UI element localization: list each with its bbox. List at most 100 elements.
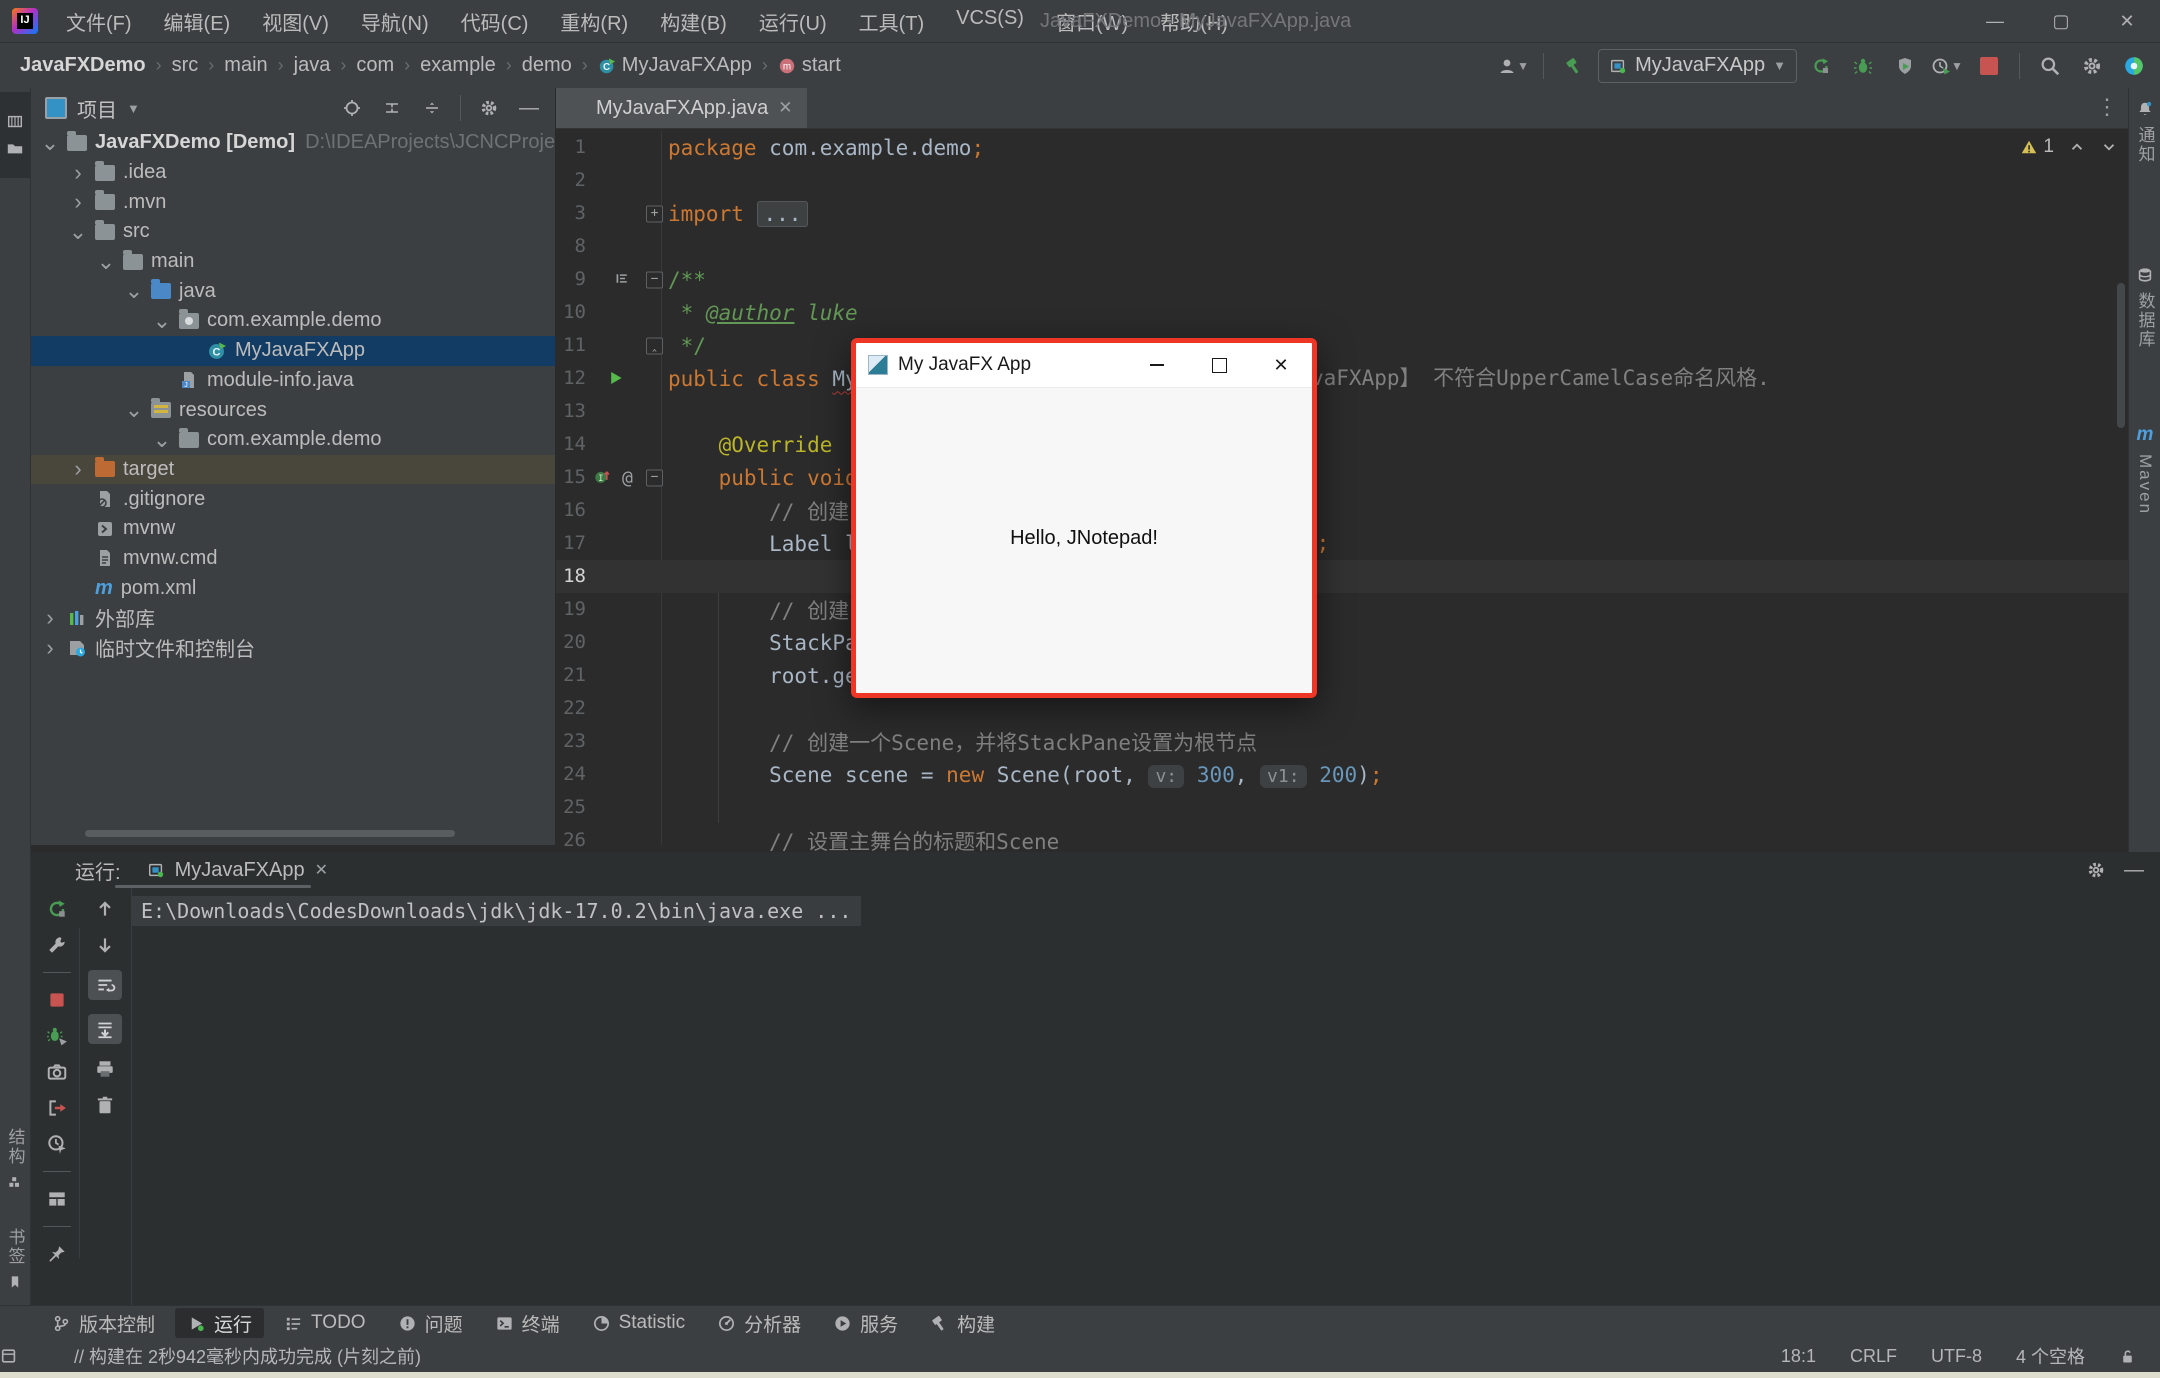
- crumb-java[interactable]: java: [292, 52, 333, 79]
- stop-button[interactable]: [46, 989, 68, 1011]
- crumb-src[interactable]: src: [170, 52, 201, 79]
- tree-gitignore[interactable]: .gitignore: [31, 484, 555, 514]
- tree-mvnw[interactable]: mvnw: [31, 514, 555, 544]
- chevron-down-icon[interactable]: ⌄: [95, 257, 117, 267]
- code-line-18[interactable]: 18: [556, 560, 2128, 593]
- crumb-com[interactable]: com: [354, 52, 396, 79]
- code-line-1[interactable]: 1package com.example.demo;: [556, 131, 2128, 164]
- code-line-20[interactable]: 20 StackPa: [556, 626, 2128, 659]
- close-run-tab-icon[interactable]: ✕: [315, 860, 328, 880]
- ide-profile-button[interactable]: [2116, 50, 2152, 82]
- crumb-class[interactable]: C MyJavaFXApp: [596, 52, 754, 79]
- code-line-17[interactable]: 17 Label l);: [556, 527, 2128, 560]
- code-line-14[interactable]: 14 @Override: [556, 428, 2128, 461]
- chevron-right-icon[interactable]: ›: [67, 456, 89, 482]
- chevron-down-icon[interactable]: ⌄: [123, 286, 145, 296]
- tree-main[interactable]: ⌄main: [31, 247, 555, 277]
- print-button[interactable]: [94, 1058, 116, 1080]
- code-line-8[interactable]: 8: [556, 230, 2128, 263]
- fold-marker-icon[interactable]: ‸: [646, 337, 663, 354]
- console-command-line[interactable]: E:\Downloads\CodesDownloads\jdk\jdk-17.0…: [131, 896, 861, 926]
- coverage-button[interactable]: [1887, 50, 1923, 82]
- crumb-demo[interactable]: demo: [520, 52, 574, 79]
- tree-pkg-res[interactable]: ⌄com.example.demo: [31, 425, 555, 455]
- exit-button[interactable]: [46, 1097, 68, 1119]
- run-config-select[interactable]: MyJavaFXApp ▼: [1598, 49, 1797, 83]
- tool-services[interactable]: 服务: [821, 1308, 910, 1338]
- tree-moduleinfo[interactable]: Jmodule-info.java: [31, 366, 555, 396]
- line-ending[interactable]: CRLF: [1850, 1346, 1897, 1367]
- maximize-button[interactable]: ▢: [2028, 0, 2094, 42]
- chevron-down-icon[interactable]: ▼: [127, 101, 140, 116]
- code-line-25[interactable]: 25: [556, 791, 2128, 824]
- tree-mvnwcmd[interactable]: mvnw.cmd: [31, 544, 555, 574]
- layout-button[interactable]: [46, 1188, 68, 1210]
- tool-statistic[interactable]: Statistic: [580, 1308, 698, 1338]
- tree-src[interactable]: ⌄src: [31, 217, 555, 247]
- up-button[interactable]: [94, 898, 116, 920]
- camera-button[interactable]: [46, 1061, 68, 1083]
- structure-gutter-icon[interactable]: [614, 268, 631, 292]
- tool-build[interactable]: 构建: [918, 1308, 1007, 1338]
- code-line-22[interactable]: 22: [556, 692, 2128, 725]
- tree-scratches[interactable]: ›临时文件和控制台: [31, 633, 555, 663]
- stripe-button-bookmarks[interactable]: 书签: [0, 1228, 30, 1290]
- expand-all-button[interactable]: [374, 92, 410, 124]
- tree-extlibs[interactable]: ›外部库: [31, 603, 555, 633]
- fold-marker-icon[interactable]: −: [646, 271, 663, 288]
- hide-run-panel-icon[interactable]: —: [2124, 859, 2144, 882]
- tab-options-icon[interactable]: ⋮: [2096, 94, 2118, 120]
- close-tab-icon[interactable]: ✕: [778, 98, 792, 118]
- profiler-button[interactable]: ▼: [1929, 50, 1965, 82]
- down-button[interactable]: [94, 934, 116, 956]
- javafx-titlebar[interactable]: My JavaFX App ✕: [856, 343, 1312, 388]
- close-button[interactable]: ✕: [2094, 0, 2160, 42]
- wrench-button[interactable]: [46, 934, 68, 956]
- fold-marker-icon[interactable]: +: [646, 205, 663, 222]
- search-everywhere-button[interactable]: [2032, 50, 2068, 82]
- stripe-button-database[interactable]: 数据库: [2129, 266, 2160, 349]
- menu-menu-view[interactable]: 视图(V): [248, 3, 343, 40]
- build-hammer-button[interactable]: [1556, 50, 1592, 82]
- stripe-button-maven[interactable]: m Maven: [2129, 424, 2160, 515]
- crumb-main[interactable]: main: [222, 52, 269, 79]
- editor-tab-myjavafxapp[interactable]: MyJavaFXApp.java ✕: [556, 88, 807, 128]
- run-tab-myjavafxapp[interactable]: MyJavaFXApp ✕: [147, 852, 328, 888]
- chevron-down-icon[interactable]: ⌄: [123, 405, 145, 415]
- stop-button[interactable]: [1971, 50, 2007, 82]
- tree-target[interactable]: ›target: [31, 455, 555, 485]
- chevron-right-icon[interactable]: ›: [39, 605, 61, 631]
- inspections-widget[interactable]: 1: [2020, 136, 2118, 158]
- tree-idea[interactable]: ›.idea: [31, 158, 555, 188]
- tree-root[interactable]: ⌄JavaFXDemo [Demo]D:\IDEAProjects\JCNCPr…: [31, 128, 555, 158]
- menu-menu-code[interactable]: 代码(C): [447, 3, 543, 40]
- stripe-button-project[interactable]: [0, 92, 30, 178]
- menu-menu-tools[interactable]: 工具(T): [845, 3, 939, 40]
- code-line-3[interactable]: 3+import ...: [556, 197, 2128, 230]
- tree-pom[interactable]: mpom.xml: [31, 573, 555, 603]
- tool-terminal[interactable]: 终端: [483, 1308, 572, 1338]
- tool-profiler[interactable]: 分析器: [705, 1308, 813, 1338]
- tool-run[interactable]: 运行: [175, 1308, 264, 1338]
- menu-menu-file[interactable]: 文件(F): [52, 3, 146, 40]
- code-line-21[interactable]: 21 root.ge: [556, 659, 2128, 692]
- tree-pkg[interactable]: ⌄com.example.demo: [31, 306, 555, 336]
- crumb-project[interactable]: JavaFXDemo: [18, 52, 148, 79]
- menu-menu-edit[interactable]: 编辑(E): [150, 3, 245, 40]
- annotation-gutter-icon[interactable]: @: [622, 467, 633, 488]
- tool-problems[interactable]: 问题: [386, 1308, 475, 1338]
- tree-mvn[interactable]: ›.mvn: [31, 187, 555, 217]
- settings-button[interactable]: [2074, 50, 2110, 82]
- caret-position[interactable]: 18:1: [1781, 1346, 1816, 1367]
- code-line-24[interactable]: 24 Scene scene = new Scene(root, v: 300,…: [556, 758, 2128, 791]
- code-line-12[interactable]: 12public class MyvaFXApp】 不符合UpperCamelC…: [556, 362, 2128, 395]
- user-profile-button[interactable]: ▼: [1495, 50, 1531, 82]
- editor-vertical-scrollbar[interactable]: [2117, 283, 2125, 428]
- locate-file-button[interactable]: [334, 92, 370, 124]
- menu-menu-build[interactable]: 构建(B): [646, 3, 741, 40]
- code-line-2[interactable]: 2: [556, 164, 2128, 197]
- overrides-gutter-icon[interactable]: I: [594, 466, 611, 490]
- tree-resources[interactable]: ⌄resources: [31, 395, 555, 425]
- code-line-13[interactable]: 13: [556, 395, 2128, 428]
- scrollend-button[interactable]: [88, 1014, 122, 1044]
